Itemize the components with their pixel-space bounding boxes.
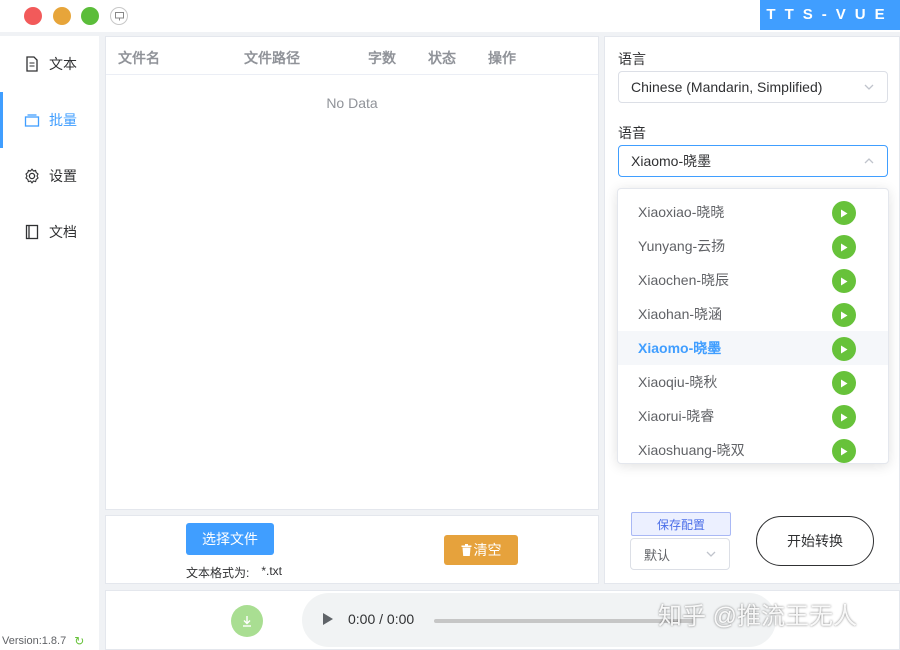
play-preview-button[interactable] <box>832 337 856 361</box>
sidebar-item-settings[interactable]: 设置 <box>0 148 99 204</box>
play-icon <box>841 379 848 387</box>
maximize-window-button[interactable] <box>81 7 99 25</box>
voice-option-label: Xiaoxiao-晓晓 <box>638 204 725 220</box>
voice-select[interactable]: Xiaomo-晓墨 <box>618 145 888 177</box>
clear-label: 清空 <box>473 542 502 558</box>
voice-option-label: Xiaoqiu-晓秋 <box>638 374 718 390</box>
language-value: Chinese (Mandarin, Simplified) <box>631 79 823 95</box>
play-icon <box>841 277 848 285</box>
voice-option[interactable]: Xiaochen-晓辰 <box>618 263 888 297</box>
table-header: 文件名 文件路径 字数 状态 操作 <box>106 37 598 75</box>
voice-option-label: Xiaorui-晓睿 <box>638 408 715 424</box>
sidebar-item-docs[interactable]: 文档 <box>0 204 99 260</box>
language-label: 语言 <box>618 51 646 67</box>
start-convert-button[interactable]: 开始转换 <box>756 516 874 566</box>
play-preview-button[interactable] <box>832 303 856 327</box>
play-icon <box>841 243 848 251</box>
play-preview-button[interactable] <box>832 269 856 293</box>
language-select[interactable]: Chinese (Mandarin, Simplified) <box>618 71 888 103</box>
chevron-down-icon <box>706 551 716 557</box>
sidebar-item-text[interactable]: 文本 <box>0 36 99 92</box>
sidebar-item-batch[interactable]: 批量 <box>0 92 99 148</box>
voice-option[interactable]: Xiaorui-晓睿 <box>618 399 888 433</box>
audio-seek-bar[interactable] <box>434 619 694 623</box>
sidebar-item-label: 文档 <box>49 224 77 240</box>
voice-label: 语音 <box>618 125 646 141</box>
voice-option[interactable]: Xiaoshuang-晓双 <box>618 433 888 463</box>
batch-icon <box>24 114 40 127</box>
pin-window-button[interactable] <box>110 7 128 25</box>
voice-option-selected[interactable]: Xiaomo-晓墨 <box>618 331 888 365</box>
monitor-icon <box>115 12 124 21</box>
chevron-up-icon <box>864 158 874 164</box>
voice-option-label: Xiaoshuang-晓双 <box>638 442 745 458</box>
empty-text: No Data <box>326 95 378 111</box>
format-label: 文本格式为: <box>186 566 250 580</box>
chevron-down-icon <box>864 84 874 90</box>
play-preview-button[interactable] <box>832 405 856 429</box>
download-button[interactable] <box>231 605 263 637</box>
version-info: Version:1.8.7 ↻ <box>2 634 84 648</box>
close-window-button[interactable] <box>24 7 42 25</box>
voice-option-label: Yunyang-云扬 <box>638 238 726 254</box>
batch-actions: 选择文件 文本格式为: *.txt 清空 <box>105 515 599 584</box>
column-header-path: 文件路径 <box>244 50 300 66</box>
audio-time: 0:00 / 0:00 <box>348 611 415 627</box>
gear-icon <box>25 168 39 184</box>
sidebar: 文本 批量 设置 文档 Version:1.8.7 ↻ <box>0 36 99 650</box>
voice-option[interactable]: Xiaoxiao-晓晓 <box>618 195 888 229</box>
voice-option[interactable]: Yunyang-云扬 <box>618 229 888 263</box>
config-value: 默认 <box>644 547 671 563</box>
minimize-window-button[interactable] <box>53 7 71 25</box>
download-icon <box>243 616 251 627</box>
file-table: 文件名 文件路径 字数 状态 操作 No Data <box>105 36 599 510</box>
select-file-button[interactable]: 选择文件 <box>186 523 274 555</box>
column-header-actions: 操作 <box>488 50 516 66</box>
sidebar-item-label: 批量 <box>49 112 77 128</box>
play-preview-button[interactable] <box>832 439 856 463</box>
play-preview-button[interactable] <box>832 201 856 225</box>
config-select[interactable]: 默认 <box>630 538 730 570</box>
voice-option-label: Xiaohan-晓涵 <box>638 306 723 322</box>
book-icon <box>25 224 39 240</box>
voice-option[interactable]: Xiaohan-晓涵 <box>618 297 888 331</box>
voice-dropdown: Xiaoxiao-晓晓 Yunyang-云扬 Xiaochen-晓辰 Xiaoh… <box>617 188 889 464</box>
format-value: *.txt <box>261 564 283 578</box>
voice-value: Xiaomo-晓墨 <box>631 153 712 169</box>
column-header-status: 状态 <box>428 50 456 66</box>
play-icon[interactable] <box>322 612 334 626</box>
format-hint: 文本格式为: *.txt <box>186 564 282 581</box>
voice-option-label: Xiaochen-晓辰 <box>638 272 730 288</box>
play-preview-button[interactable] <box>832 235 856 259</box>
app-brand: TTS-VUE <box>760 0 900 30</box>
watermark-text: 知乎 @推流王无人 <box>658 603 858 630</box>
title-bar: TTS-VUE <box>0 0 900 32</box>
save-config-button[interactable]: 保存配置 <box>631 512 731 536</box>
play-icon <box>841 447 848 455</box>
play-preview-button[interactable] <box>832 371 856 395</box>
column-header-filename: 文件名 <box>118 50 160 66</box>
version-text: Version:1.8.7 <box>2 635 67 647</box>
sidebar-item-label: 文本 <box>49 56 77 72</box>
refresh-icon[interactable]: ↻ <box>74 634 84 648</box>
clear-button[interactable]: 清空 <box>444 535 518 565</box>
sidebar-item-label: 设置 <box>49 168 77 184</box>
document-icon <box>26 56 38 72</box>
trash-icon <box>461 544 471 556</box>
play-icon <box>841 413 848 421</box>
voice-option-label: Xiaomo-晓墨 <box>638 340 722 356</box>
play-icon <box>841 345 848 353</box>
column-header-wordcount: 字数 <box>368 50 396 66</box>
voice-option[interactable]: Xiaoqiu-晓秋 <box>618 365 888 399</box>
play-icon <box>841 311 848 319</box>
play-icon <box>841 209 848 217</box>
